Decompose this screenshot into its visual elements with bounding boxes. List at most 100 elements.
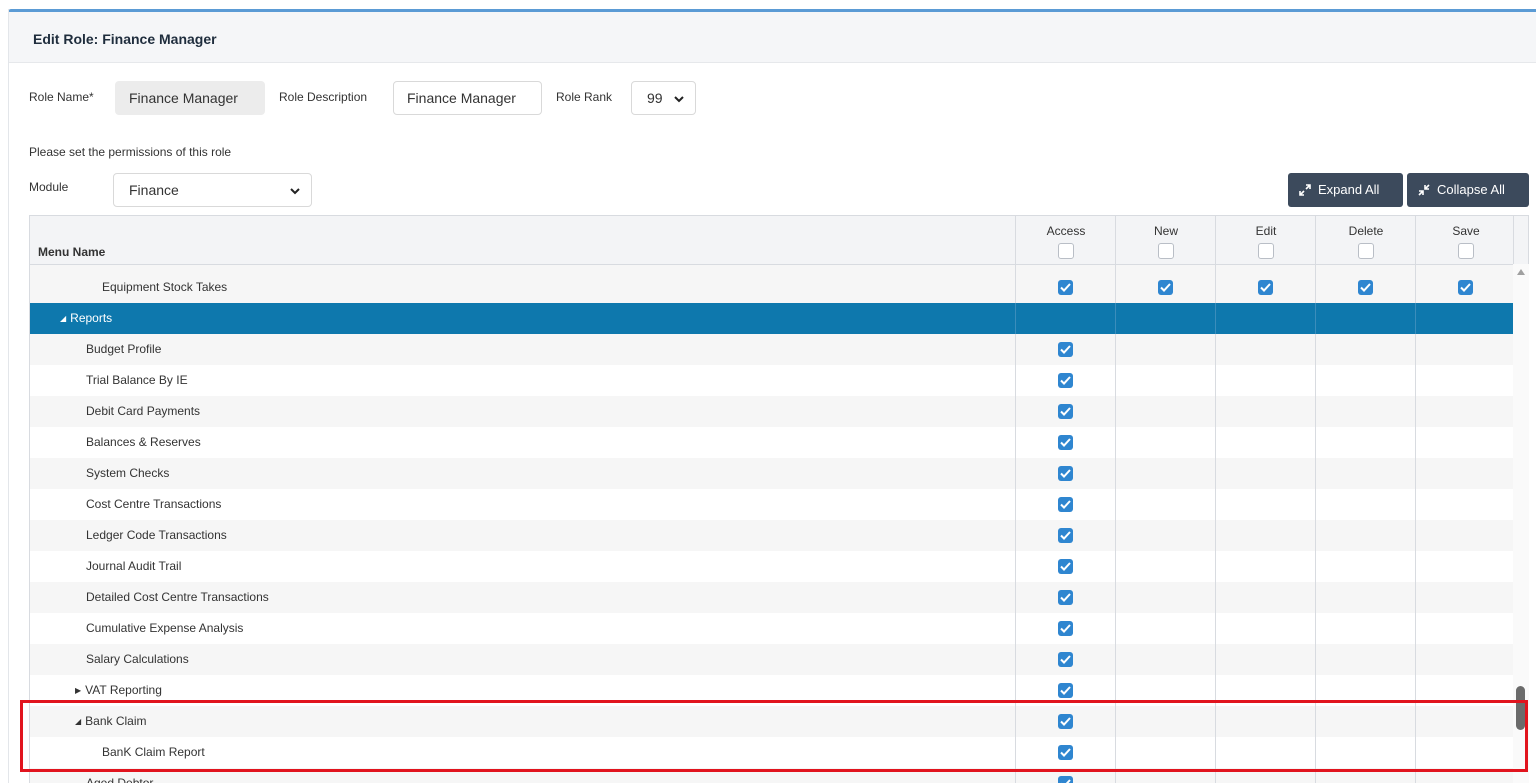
permission-checkbox-access[interactable] bbox=[1058, 714, 1073, 729]
menu-name-cell: Salary Calculations bbox=[86, 644, 189, 675]
menu-name-text: Reports bbox=[70, 311, 113, 325]
permission-checkbox-save[interactable] bbox=[1458, 280, 1473, 295]
table-row[interactable]: Ledger Code Transactions bbox=[30, 520, 1514, 551]
table-row[interactable]: ◢ Bank Claim bbox=[30, 706, 1514, 737]
collapsed-triangle-icon[interactable]: ▶ bbox=[75, 675, 81, 706]
expanded-triangle-icon[interactable]: ◢ bbox=[75, 706, 81, 737]
check-icon bbox=[1060, 593, 1071, 602]
column-divider bbox=[1115, 458, 1116, 489]
column-divider bbox=[1015, 520, 1016, 551]
table-row[interactable]: Aged Debtor bbox=[30, 768, 1514, 783]
permission-checkbox-access[interactable] bbox=[1058, 745, 1073, 760]
chevron-down-icon bbox=[290, 188, 300, 195]
permission-checkbox-access[interactable] bbox=[1058, 435, 1073, 450]
table-header: Menu Name Access New Edit Delete Save bbox=[30, 216, 1528, 265]
table-row[interactable]: Trial Balance By IE bbox=[30, 365, 1514, 396]
table-row[interactable]: Detailed Cost Centre Transactions bbox=[30, 582, 1514, 613]
column-divider bbox=[1115, 768, 1116, 783]
permission-checkbox-access[interactable] bbox=[1058, 373, 1073, 388]
table-row[interactable]: Balances & Reserves bbox=[30, 427, 1514, 458]
table-row[interactable]: Cumulative Expense Analysis bbox=[30, 613, 1514, 644]
check-icon bbox=[1060, 500, 1071, 509]
column-divider bbox=[1115, 551, 1116, 582]
role-description-input[interactable] bbox=[393, 81, 542, 115]
menu-name-cell: Equipment Stock Takes bbox=[102, 272, 227, 303]
expand-all-button[interactable]: Expand All bbox=[1288, 173, 1403, 207]
permission-checkbox-access[interactable] bbox=[1058, 404, 1073, 419]
column-divider bbox=[1115, 675, 1116, 706]
select-all-edit-checkbox[interactable] bbox=[1258, 243, 1274, 259]
table-row[interactable]: Equipment Stock Takes bbox=[30, 272, 1514, 303]
scroll-up-icon[interactable] bbox=[1517, 269, 1525, 275]
expanded-triangle-icon[interactable]: ◢ bbox=[60, 303, 66, 334]
select-all-delete-checkbox[interactable] bbox=[1358, 243, 1374, 259]
column-divider bbox=[1115, 334, 1116, 365]
select-all-save-checkbox[interactable] bbox=[1458, 243, 1474, 259]
permission-checkbox-access[interactable] bbox=[1058, 342, 1073, 357]
table-row[interactable]: Debit Card Payments bbox=[30, 396, 1514, 427]
table-row[interactable]: Salary Calculations bbox=[30, 644, 1514, 675]
column-divider bbox=[1015, 706, 1016, 737]
table-row[interactable]: Journal Audit Trail bbox=[30, 551, 1514, 582]
table-row[interactable]: BanK Claim Report bbox=[30, 737, 1514, 768]
column-divider bbox=[1215, 644, 1216, 675]
column-divider bbox=[1015, 303, 1016, 334]
permission-checkbox-edit[interactable] bbox=[1258, 280, 1273, 295]
column-divider bbox=[1415, 489, 1416, 520]
menu-name-text: Trial Balance By IE bbox=[86, 373, 188, 387]
table-row-partial bbox=[30, 265, 1514, 272]
column-divider bbox=[1315, 613, 1316, 644]
permission-checkbox-access[interactable] bbox=[1058, 280, 1073, 295]
menu-name-cell: ▶ VAT Reporting bbox=[75, 675, 162, 706]
collapse-all-button[interactable]: Collapse All bbox=[1407, 173, 1529, 207]
column-divider bbox=[1015, 458, 1016, 489]
table-row[interactable]: Budget Profile bbox=[30, 334, 1514, 365]
permission-checkbox-access[interactable] bbox=[1058, 497, 1073, 512]
permission-checkbox-access[interactable] bbox=[1058, 776, 1073, 783]
permission-checkbox-access[interactable] bbox=[1058, 621, 1073, 636]
column-divider bbox=[1215, 551, 1216, 582]
permission-checkbox-new[interactable] bbox=[1158, 280, 1173, 295]
table-row[interactable]: Cost Centre Transactions bbox=[30, 489, 1514, 520]
menu-name-text: Equipment Stock Takes bbox=[102, 280, 228, 294]
column-divider bbox=[1115, 706, 1116, 737]
module-select[interactable]: Finance bbox=[113, 173, 312, 207]
menu-name-cell: Aged Debtor bbox=[86, 768, 153, 783]
table-row[interactable]: System Checks bbox=[30, 458, 1514, 489]
select-all-access-checkbox[interactable] bbox=[1058, 243, 1074, 259]
menu-name-text: BanK Claim Report bbox=[102, 745, 205, 759]
role-rank-label: Role Rank bbox=[556, 90, 613, 104]
select-all-new-checkbox[interactable] bbox=[1158, 243, 1174, 259]
table-scrollbar[interactable] bbox=[1513, 264, 1529, 783]
permission-checkbox-access[interactable] bbox=[1058, 559, 1073, 574]
check-icon bbox=[1060, 562, 1071, 571]
column-divider bbox=[1115, 303, 1116, 334]
chevron-down-icon bbox=[674, 96, 684, 103]
permission-checkbox-access[interactable] bbox=[1058, 528, 1073, 543]
column-header-delete: Delete bbox=[1315, 216, 1416, 264]
column-divider bbox=[1415, 613, 1416, 644]
column-divider bbox=[1215, 272, 1216, 303]
role-rank-select[interactable]: 99 bbox=[631, 81, 696, 115]
table-row[interactable]: ▶ VAT Reporting bbox=[30, 675, 1514, 706]
scrollbar-thumb[interactable] bbox=[1516, 686, 1525, 730]
column-header-edit: Edit bbox=[1215, 216, 1316, 264]
check-icon bbox=[1060, 686, 1071, 695]
role-rank-value: 99 bbox=[647, 90, 663, 106]
menu-name-text: Journal Audit Trail bbox=[86, 559, 182, 573]
permission-checkbox-delete[interactable] bbox=[1358, 280, 1373, 295]
column-divider bbox=[1415, 265, 1416, 272]
permission-checkbox-access[interactable] bbox=[1058, 590, 1073, 605]
column-divider bbox=[1015, 551, 1016, 582]
column-divider bbox=[1415, 644, 1416, 675]
column-divider bbox=[1315, 582, 1316, 613]
permission-checkbox-access[interactable] bbox=[1058, 683, 1073, 698]
table-group-row[interactable]: ◢ Reports bbox=[30, 303, 1514, 334]
permission-checkbox-access[interactable] bbox=[1058, 652, 1073, 667]
column-divider bbox=[1115, 396, 1116, 427]
column-divider bbox=[1115, 613, 1116, 644]
check-icon bbox=[1360, 283, 1371, 292]
menu-name-cell: Ledger Code Transactions bbox=[86, 520, 227, 551]
permission-checkbox-access[interactable] bbox=[1058, 466, 1073, 481]
column-divider bbox=[1315, 551, 1316, 582]
